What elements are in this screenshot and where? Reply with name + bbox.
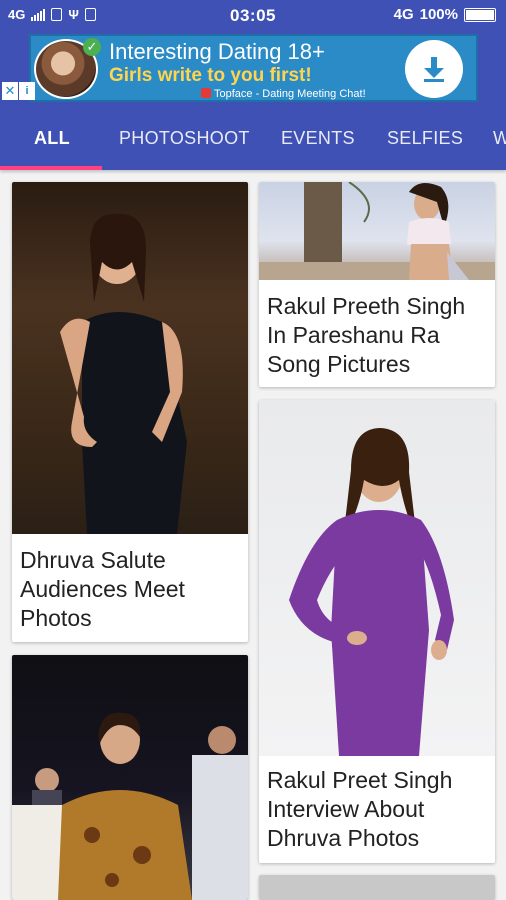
photo-figure: [12, 712, 248, 900]
photo-figure: [60, 213, 187, 534]
gallery-card-title: Rakul Preet Singh Interview About Dhruva…: [267, 767, 453, 851]
tab-events[interactable]: EVENTS: [281, 128, 355, 149]
ad-banner[interactable]: ✓ Interesting Dating 18+ Girls write to …: [0, 32, 506, 104]
status-bar: 4G Ψ 03:05 4G 100%: [0, 0, 506, 32]
gallery-thumbnail: [12, 182, 248, 534]
battery-icon: [464, 7, 496, 22]
tab-overflow[interactable]: W: [493, 128, 506, 149]
ad-title: Interesting Dating 18+: [109, 39, 325, 64]
ad-advertiser: Topface - Dating Meeting Chat!: [201, 88, 366, 100]
ad-content[interactable]: ✓ Interesting Dating 18+ Girls write to …: [29, 34, 478, 102]
gallery-card[interactable]: Rakul Preeth Singh In Pareshanu Ra Song …: [259, 182, 495, 387]
ad-subtitle: Girls write to you first!: [109, 65, 312, 86]
category-tabs: ALL PHOTOSHOOT EVENTS SELFIES W: [0, 104, 506, 170]
status-right: 4G 100%: [394, 6, 496, 23]
advertiser-logo-icon: [201, 88, 211, 98]
network-type-right: 4G: [393, 6, 414, 23]
gallery-card-title: Dhruva Salute Audiences Meet Photos: [20, 547, 185, 631]
gallery-thumbnail: [259, 400, 495, 756]
photo-figure: [259, 182, 495, 280]
download-icon: [424, 57, 444, 82]
gallery-card-title: Rakul Preeth Singh In Pareshanu Ra Song …: [267, 293, 466, 377]
ad-info-icon[interactable]: i: [19, 82, 35, 100]
tab-photoshoot[interactable]: PHOTOSHOOT: [119, 128, 250, 149]
gallery-card[interactable]: Dhruva Salute Audiences Meet Photos: [12, 182, 248, 642]
tab-all[interactable]: ALL: [34, 128, 70, 149]
gallery-card[interactable]: [259, 875, 495, 900]
photo-figure: [289, 428, 454, 756]
battery-percent: 100%: [419, 6, 458, 23]
tab-selfies[interactable]: SELFIES: [387, 128, 463, 149]
ad-advertiser-name: Topface - Dating Meeting Chat!: [214, 88, 366, 100]
gallery-card[interactable]: Rakul Preet Singh Interview About Dhruva…: [259, 400, 495, 863]
active-tab-indicator: [0, 166, 102, 170]
ad-close-icon[interactable]: ✕: [2, 82, 18, 100]
download-button[interactable]: [405, 40, 463, 98]
gallery-card[interactable]: [12, 655, 248, 900]
verified-check-icon: ✓: [83, 38, 101, 56]
gallery-thumbnail: [259, 182, 495, 280]
gallery-thumbnail: [259, 875, 495, 900]
gallery-thumbnail: [12, 655, 248, 900]
